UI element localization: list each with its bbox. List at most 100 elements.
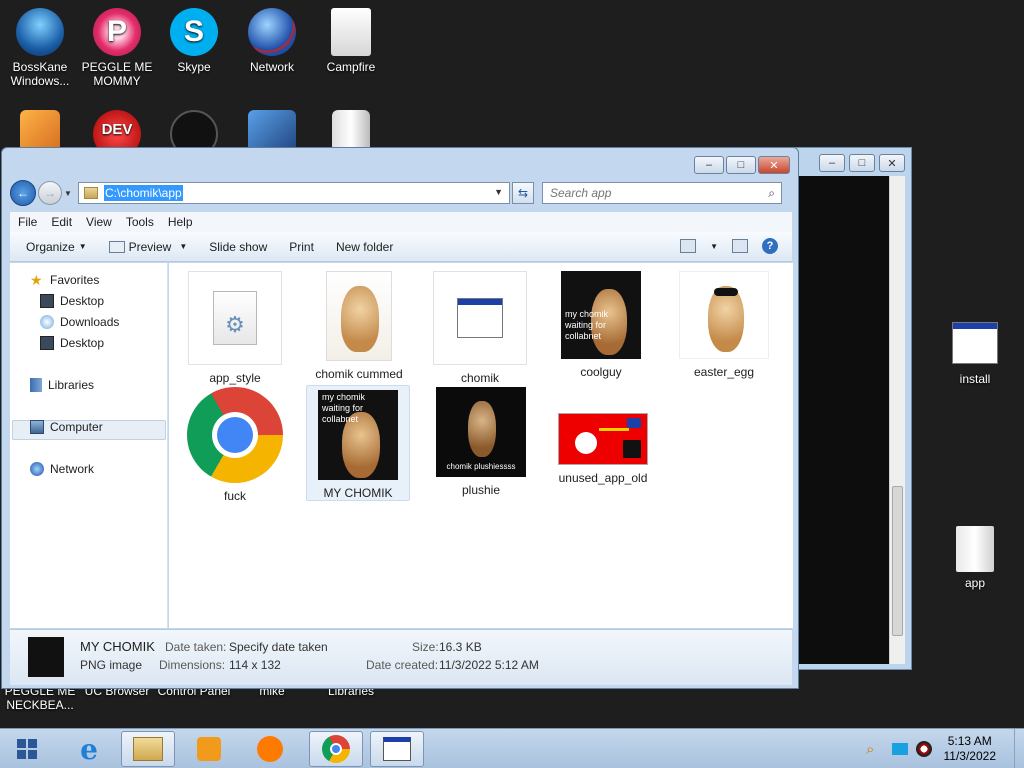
nav-item-downloads[interactable]: Downloads — [40, 315, 119, 329]
nav-item-desktop[interactable]: Desktop — [40, 294, 104, 308]
details-date-taken-value[interactable]: Specify date taken — [229, 640, 328, 654]
menu-file[interactable]: File — [18, 215, 37, 229]
folder-icon — [84, 187, 98, 199]
slideshow-button[interactable]: Slide show — [209, 240, 267, 254]
show-desktop-button[interactable] — [1014, 729, 1024, 768]
file-name: unused_app_old — [558, 471, 648, 485]
menu-view[interactable]: View — [86, 215, 112, 229]
taskbar-media-player[interactable] — [182, 731, 236, 767]
nav-item-desktop-2[interactable]: Desktop — [40, 336, 104, 350]
file-item[interactable]: my chomik waiting for collabnet coolguy — [559, 271, 643, 379]
thumbnail-caption: my chomik waiting for collabnet — [322, 392, 366, 424]
taskbar-uc-browser[interactable] — [243, 731, 297, 767]
print-button[interactable]: Print — [289, 240, 314, 254]
scrollbar-thumb[interactable] — [892, 486, 903, 636]
search-tray-icon[interactable]: ⌕ — [866, 741, 882, 758]
nav-label: Libraries — [48, 378, 95, 392]
navigation-bar: ← → ▼ C:\chomik\app ▼ ⇆ ⌕ — [10, 180, 790, 206]
preview-pane-icon[interactable] — [732, 239, 748, 253]
network-icon — [30, 462, 44, 476]
forward-arrow-icon[interactable]: → — [38, 181, 62, 205]
taskbar-chrome[interactable] — [309, 731, 363, 767]
search-input[interactable] — [550, 186, 750, 200]
desktop-icon-network[interactable]: Network — [234, 8, 310, 74]
change-view-icon[interactable] — [680, 239, 697, 253]
file-item[interactable]: unused_app_old — [553, 413, 653, 485]
desktop-icon-install[interactable]: install — [937, 322, 1013, 386]
minimize-icon[interactable]: – — [819, 154, 845, 172]
vertical-scrollbar[interactable] — [889, 176, 905, 664]
file-item[interactable]: chomik — [432, 271, 528, 385]
star-icon: ★ — [30, 272, 43, 288]
desktop-icon-label: Network — [249, 60, 294, 74]
file-item-selected[interactable]: my chomik waiting for collabnet MY CHOMI… — [306, 385, 410, 501]
file-item[interactable]: chomik cummed — [309, 271, 409, 381]
organize-label: Organize — [26, 239, 75, 254]
libraries-icon — [30, 378, 42, 392]
desktop-icon-app[interactable]: app — [937, 526, 1013, 590]
file-name: coolguy — [580, 365, 622, 379]
close-icon[interactable]: ✕ — [879, 154, 905, 172]
file-item[interactable]: ⚙ app_style — [187, 271, 283, 385]
preview-button[interactable]: Preview ▼ — [108, 239, 187, 254]
desktop-icon-label: BossKane Windows... — [10, 60, 70, 88]
nav-network[interactable]: Network — [30, 462, 94, 476]
monitor-tray-icon[interactable] — [892, 743, 908, 755]
desktop-icon-label: Campfire — [326, 60, 376, 74]
computer-icon — [30, 420, 44, 434]
desktop-icon-campfire[interactable]: Campfire — [313, 8, 389, 74]
address-bar[interactable]: C:\chomik\app ▼ — [78, 182, 510, 204]
recent-pages-dropdown-icon[interactable]: ▼ — [62, 189, 74, 198]
address-path[interactable]: C:\chomik\app — [104, 185, 183, 201]
media-player-icon — [197, 737, 221, 761]
search-box[interactable]: ⌕ — [542, 182, 782, 204]
search-icon[interactable]: ⌕ — [768, 186, 775, 201]
settings-file-icon: ⚙ — [188, 271, 282, 365]
file-item[interactable]: easter_egg — [677, 271, 771, 379]
explorer-window[interactable]: – □ ✕ ← → ▼ C:\chomik\app ▼ ⇆ ⌕ File Edi… — [1, 147, 799, 689]
menu-edit[interactable]: Edit — [51, 215, 72, 229]
file-item[interactable]: fuck — [187, 387, 283, 503]
file-item[interactable]: chomik plushiessss plushie — [433, 387, 529, 497]
peggle-icon: P — [93, 8, 141, 56]
thumbnail-caption: my chomik waiting for collabnet — [565, 309, 609, 341]
clock-date: 11/3/2022 — [943, 749, 997, 763]
file-name: MY CHOMIK — [323, 486, 393, 500]
desktop-icon-peggle[interactable]: P PEGGLE ME MOMMY — [79, 8, 155, 88]
new-folder-button[interactable]: New folder — [336, 240, 393, 254]
maximize-icon[interactable]: □ — [849, 154, 875, 172]
refresh-icon[interactable]: ⇆ — [512, 182, 534, 204]
chevron-down-icon[interactable]: ▼ — [710, 242, 718, 251]
menu-help[interactable]: Help — [168, 215, 193, 229]
background-window[interactable]: – □ ✕ — [788, 147, 912, 670]
volume-tray-icon[interactable] — [916, 741, 932, 757]
start-button[interactable] — [2, 731, 52, 767]
nav-favorites[interactable]: ★ Favorites — [30, 273, 99, 287]
desktop-icon-skype[interactable]: S Skype — [156, 8, 232, 74]
back-arrow-icon[interactable]: ← — [10, 180, 36, 206]
close-icon[interactable]: ✕ — [758, 156, 790, 174]
taskbar-internet-explorer[interactable]: e — [62, 731, 116, 767]
help-icon[interactable]: ? — [762, 238, 778, 254]
desktop-icon-bosskane[interactable]: BossKane Windows... — [2, 8, 78, 88]
minimize-icon[interactable]: – — [694, 156, 724, 174]
details-size-label: Size: — [412, 640, 439, 654]
menu-bar: File Edit View Tools Help — [10, 212, 792, 232]
system-clock[interactable]: 5:13 AM 11/3/2022 — [944, 734, 997, 764]
details-dimensions-value: 114 x 132 — [229, 658, 281, 672]
organize-button[interactable]: Organize ▼ — [26, 240, 87, 254]
maximize-icon[interactable]: □ — [726, 156, 756, 174]
hamster-image-thumbnail: chomik plushiessss — [436, 387, 526, 477]
windows-logo-icon — [17, 739, 37, 759]
taskbar-app-window[interactable] — [370, 731, 424, 767]
thumbnail-caption: chomik plushiessss — [446, 462, 516, 471]
preview-label: Preview — [128, 239, 172, 254]
chevron-down-icon[interactable]: ▼ — [494, 187, 503, 197]
nav-libraries[interactable]: Libraries — [30, 378, 94, 392]
desktop-icon — [40, 294, 54, 308]
menu-tools[interactable]: Tools — [126, 215, 154, 229]
file-name: plushie — [461, 483, 501, 497]
nav-computer[interactable]: Computer — [30, 420, 103, 434]
taskbar-file-explorer[interactable] — [121, 731, 175, 767]
folder-icon — [956, 526, 994, 572]
